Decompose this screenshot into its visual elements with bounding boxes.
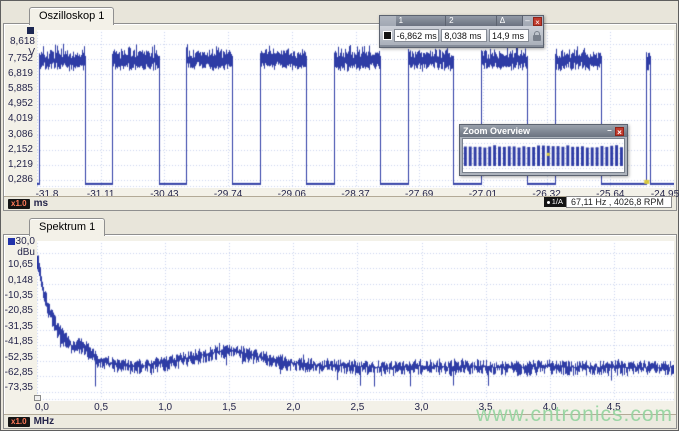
delta-value-field[interactable]: 14,9 ms [488,29,530,42]
y-tick-label: -10,35 [4,290,33,302]
zoom-overview-content [462,138,625,173]
trigger-channel-label: 1/A [551,197,563,206]
spectrum-body: 30,0 dBu 10,65 0,148 -10,35 -20,85 -31,35 -41… [3,234,677,429]
y-tick-label: 4,019 [7,113,33,125]
app-window: { "colors":{"trace":"#2e3ca5","grid":"#c… [0,0,679,431]
measurement-delta-header: Δ [496,16,523,26]
trigger-dot-icon [546,200,550,204]
spectrum-scale-badge[interactable]: x1.0 [8,416,30,427]
scope-scale-badge[interactable]: x1.0 [8,198,30,209]
x-tick-label: 2,0 [286,402,301,413]
lock-toggle[interactable] [531,30,542,41]
measurement-col2-header: 2 [446,16,497,26]
zoom-minimize-button[interactable]: – [605,127,614,135]
y-tick-label: -20,85 [4,305,33,317]
scope-x-unit: ms [33,198,49,209]
y-tick-label: 5,885 [7,83,33,95]
y-tick-label: -52,35 [4,351,33,363]
y-tick-label: 7,752 [7,53,33,65]
scope-y-axis-labels: 7,752 6,819 5,885 4,952 4,019 3,086 2,152 1,219… [4,30,34,188]
zoom-overview-title: Zoom Overview [463,126,531,136]
minimize-button[interactable]: – [523,17,532,25]
spectrum-plot[interactable] [37,241,674,401]
spectrum-panel: Spektrum 1 30,0 dBu 10,65 0,148 -10,35 -20,… [3,218,677,429]
zoom-close-button[interactable]: × [615,126,624,137]
cursor2-value-field[interactable]: 8,038 ms [441,29,487,42]
spectrum-origin-marker [34,395,41,401]
y-tick-label: 3,086 [7,128,33,140]
y-tick-label: -41,85 [4,336,33,348]
trigger-status-badge: 1/A [543,197,566,207]
measurement-toolbar-header: 1 2 Δ – × [380,16,543,27]
x-tick-label: 3,0 [414,402,429,413]
tab-oszilloskop[interactable]: Oszilloskop 1 [29,7,115,25]
zoom-overview-window[interactable]: Zoom Overview – × [459,124,628,176]
tab-spektrum-label: Spektrum 1 [39,221,96,233]
cursor1-value-field[interactable]: -6,862 ms [393,29,440,42]
x-tick-label: 2,5 [350,402,365,413]
y-tick-label: -62,85 [4,367,33,379]
zoom-overview-plot[interactable] [463,139,624,172]
scope-bottom-strip: x1.0 ms 1/A 67,11 Hz , 4026,8 RPM [4,196,676,210]
y-tick-label: -73,35 [4,382,33,394]
measurement-col1-header: 1 [395,16,447,26]
spectrum-y-axis-labels: 10,65 0,148 -10,35 -20,85 -31,35 -41,85 -52,35… [4,241,34,401]
y-tick-label: 6,819 [7,68,33,80]
tab-oszilloskop-label: Oszilloskop 1 [39,10,105,22]
x-tick-label: 1,0 [158,402,173,413]
tab-spektrum[interactable]: Spektrum 1 [29,218,106,236]
y-tick-label: 0,148 [7,274,33,286]
y-tick-label: 0,286 [7,173,33,185]
close-button[interactable]: × [533,16,542,27]
oscilloscope-panel: Oszilloskop 1 8,618 V 7,752 6,819 5,885 4,9… [3,7,679,211]
trigger-status: 1/A 67,11 Hz , 4026,8 RPM [543,196,672,208]
trigger-status-text: 67,11 Hz , 4026,8 RPM [566,196,672,208]
measurement-grip [380,16,396,26]
x-tick-label: 1,5 [222,402,237,413]
spectrum-x-unit: MHz [33,416,55,427]
watermark: www.cntronics.com [476,403,673,426]
y-tick-label: 4,952 [7,98,33,110]
x-tick-label: 0,5 [94,402,109,413]
oscilloscope-body: 8,618 V 7,752 6,819 5,885 4,952 4,019 3,086 2,… [3,23,679,211]
x-tick-label: 0,0 [35,402,49,413]
measurement-toolbar[interactable]: 1 2 Δ – × -6,862 ms 8,038 ms 14,9 ms [379,15,544,48]
measurement-color-swatch[interactable] [381,31,394,40]
measurement-values-row: -6,862 ms 8,038 ms 14,9 ms [380,26,543,45]
y-tick-label: 1,219 [7,158,33,170]
lock-icon [532,30,541,41]
y-tick-label: 2,152 [7,143,33,155]
y-tick-label: 10,65 [7,259,33,271]
y-tick-label: -31,35 [4,320,33,332]
zoom-overview-titlebar[interactable]: Zoom Overview – × [460,125,627,137]
swatch-icon [382,31,392,40]
